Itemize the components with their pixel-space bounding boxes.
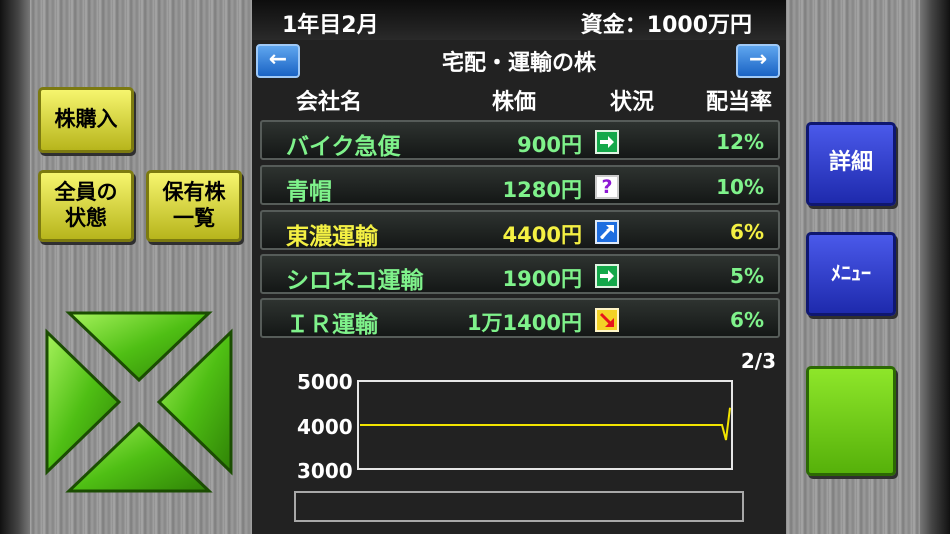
stock-name: 東濃運輸 — [286, 224, 378, 250]
menu-button[interactable]: ﾒﾆｭｰ — [806, 232, 896, 316]
right-arrow-icon: → — [748, 47, 768, 72]
y-tick-label: 5000 — [297, 370, 353, 394]
left-bezel — [0, 0, 30, 534]
stock-name: シロネコ運輸 — [286, 268, 424, 294]
column-header-status: 状況 — [610, 90, 655, 115]
down-arrow-icon — [595, 308, 619, 332]
buy-stock-label: 株購入 — [54, 107, 118, 131]
stock-price: 1900円 — [502, 267, 582, 291]
dpad — [45, 311, 233, 493]
column-header-price: 株価 — [492, 90, 537, 115]
stock-dividend: 10% — [716, 175, 764, 199]
stock-screen: 1年目2月 資金：1000万円 ← 宅配・運輸の株 → 会社名 株価 状況 配当… — [252, 0, 786, 534]
game-date: 1年目2月 — [282, 13, 379, 38]
stock-dividend: 5% — [730, 264, 764, 288]
dpad-right-button[interactable] — [156, 328, 233, 476]
stock-name: バイク急便 — [286, 134, 401, 160]
price-chart — [360, 407, 731, 441]
stock-name: ＩＲ運輸 — [286, 312, 378, 338]
buy-stock-button[interactable]: 株購入 — [38, 87, 134, 153]
stock-row[interactable]: バイク急便 900円 12% — [260, 120, 780, 160]
all-players-status-button[interactable]: 全員の 状態 — [38, 170, 134, 242]
column-header-dividend: 配当率 — [706, 90, 773, 115]
dpad-up-button[interactable] — [65, 311, 213, 383]
y-tick-label: 4000 — [297, 415, 353, 439]
y-tick-label: 3000 — [297, 459, 353, 483]
stock-dividend: 6% — [730, 220, 764, 244]
page-indicator: 2/3 — [740, 349, 776, 373]
detail-label: 詳細 — [828, 150, 873, 175]
stock-row[interactable]: シロネコ運輸 1900円 5% — [260, 254, 780, 294]
price-series-line — [360, 407, 731, 441]
column-header-company: 会社名 — [296, 90, 363, 115]
funds-display: 資金：1000万円 — [580, 13, 752, 38]
confirm-button[interactable] — [806, 366, 896, 476]
stock-row[interactable]: 青帽 1280円 ? 10% — [260, 165, 780, 205]
stock-price: 1万1400円 — [466, 311, 582, 335]
holdings-label-line2: 一覧 — [173, 206, 215, 230]
stock-price: 4400円 — [502, 223, 582, 247]
stock-price: 900円 — [517, 133, 582, 157]
flat-arrow-icon — [595, 264, 619, 288]
stock-price: 1280円 — [502, 178, 582, 202]
all-status-label-line2: 状態 — [65, 206, 107, 230]
holdings-label-line1: 保有株 — [162, 180, 226, 204]
question-icon: ? — [595, 175, 619, 199]
detail-button[interactable]: 詳細 — [806, 122, 896, 206]
stock-dividend: 6% — [730, 308, 764, 332]
history-scrollbar[interactable] — [294, 491, 744, 522]
all-status-label-line1: 全員の — [54, 180, 118, 204]
stock-name: 青帽 — [286, 179, 332, 205]
dpad-down-button[interactable] — [65, 421, 213, 493]
stock-row-selected[interactable]: 東濃運輸 4400円 6% — [260, 210, 780, 250]
next-category-button[interactable]: → — [736, 44, 780, 78]
status-bar: 1年目2月 資金：1000万円 — [252, 0, 786, 40]
up-arrow-icon — [595, 220, 619, 244]
right-bezel — [920, 0, 950, 534]
holdings-list-button[interactable]: 保有株 一覧 — [146, 170, 242, 242]
flat-arrow-icon — [595, 130, 619, 154]
menu-label: ﾒﾆｭｰ — [831, 261, 871, 285]
dpad-left-button[interactable] — [45, 328, 122, 476]
stock-dividend: 12% — [716, 130, 764, 154]
stock-row[interactable]: ＩＲ運輸 1万1400円 6% — [260, 298, 780, 338]
category-title: 宅配・運輸の株 — [441, 51, 596, 76]
